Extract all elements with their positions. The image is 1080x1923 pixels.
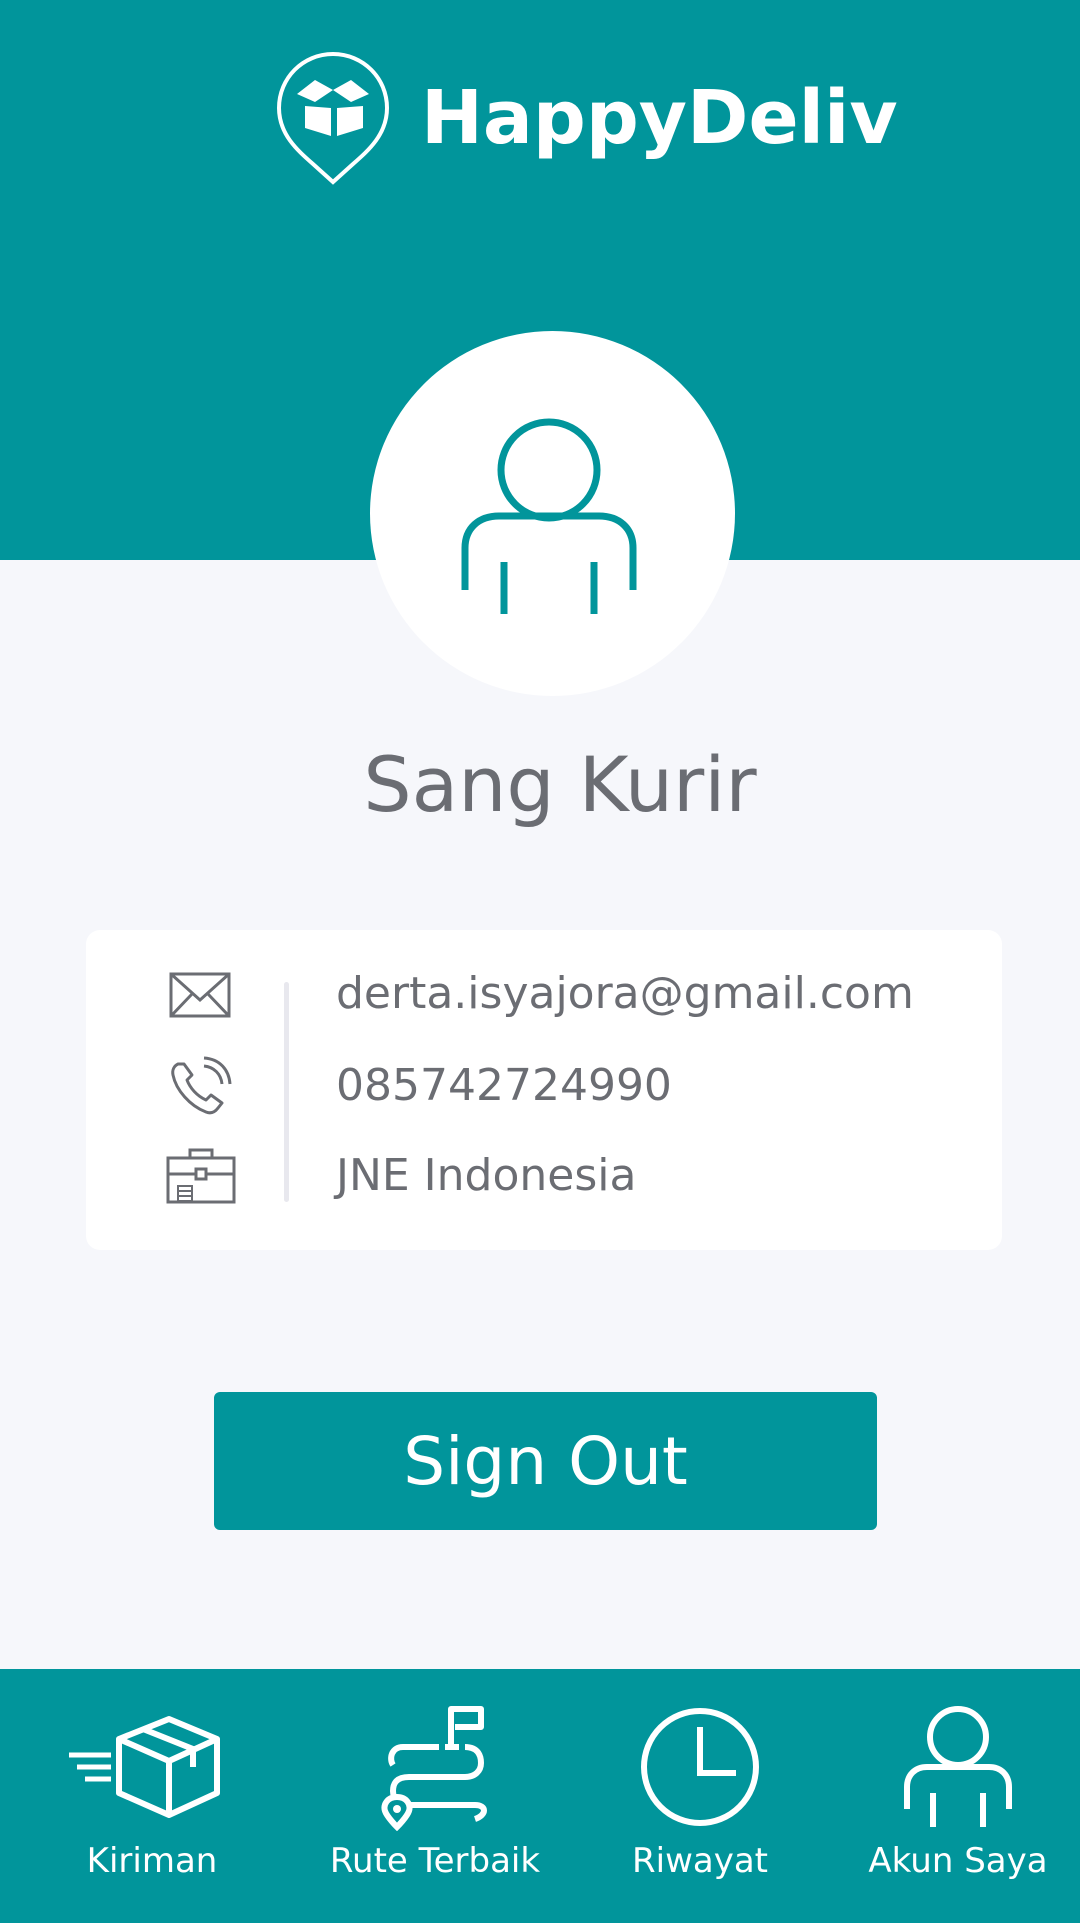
sign-out-button[interactable]: Sign Out [214,1392,877,1530]
phone-text: 085742724990 [336,1060,672,1111]
info-row-phone: 085742724990 [86,1046,1002,1126]
package-icon [69,1716,220,1818]
route-icon [381,1706,487,1831]
info-card: derta.isyajora@gmail.com 085742724990 JN… [86,930,1002,1250]
nav-label-kiriman: Kiriman [86,1841,218,1881]
phone-icon [171,1056,232,1115]
user-name: Sang Kurir [363,740,757,829]
user-icon [904,1706,1012,1827]
info-row-company: JNE Indonesia [86,1136,1002,1216]
brand: HappyDeliv [275,48,898,188]
nav-label-riwayat: Riwayat [632,1841,768,1881]
user-avatar-icon [461,418,636,614]
email-text: derta.isyajora@gmail.com [336,968,914,1019]
nav-item-riwayat[interactable]: Riwayat [600,1669,800,1923]
briefcase-icon [166,1148,236,1204]
info-row-email: derta.isyajora@gmail.com [86,954,1002,1034]
nav-label-rute-terbaik: Rute Terbaik [329,1841,541,1881]
mail-icon [169,972,231,1018]
nav-item-akun-saya[interactable]: Akun Saya [858,1669,1058,1923]
company-text: JNE Indonesia [336,1150,637,1201]
bottom-nav: Kiriman Rute Terbaik Riwayat Akun Saya [0,1669,1080,1923]
nav-item-rute-terbaik[interactable]: Rute Terbaik [320,1669,550,1923]
avatar [370,331,735,696]
logo-icon [276,51,390,185]
clock-icon [641,1708,759,1826]
nav-item-kiriman[interactable]: Kiriman [40,1669,264,1923]
nav-label-akun-saya: Akun Saya [868,1841,1048,1881]
app-name: HappyDeliv [421,75,898,161]
